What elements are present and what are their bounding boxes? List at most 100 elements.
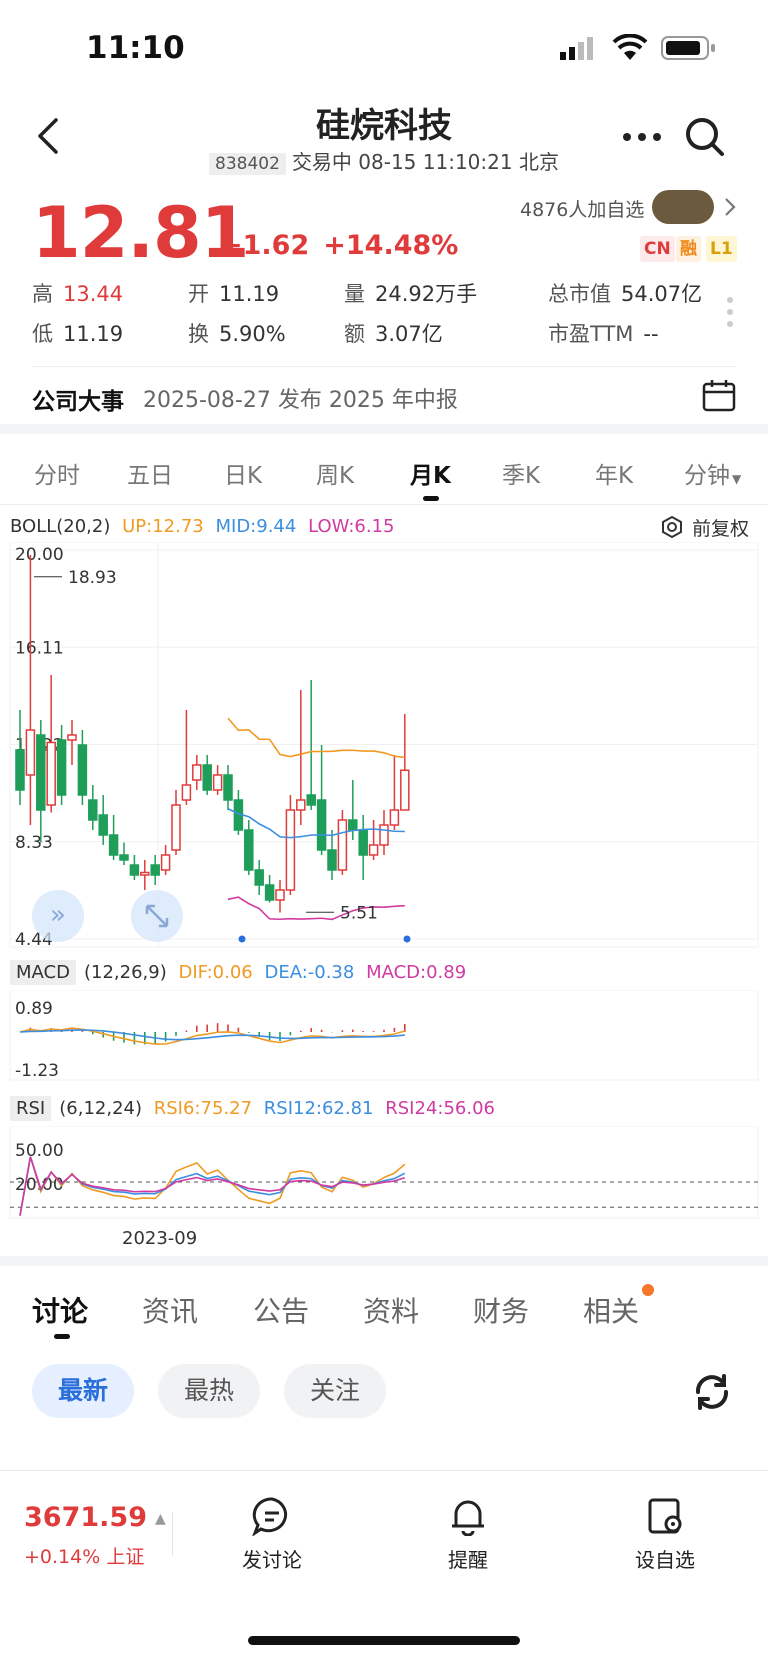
boll-mid: MID:9.44 <box>215 516 297 537</box>
tab-profile[interactable]: 资料 <box>363 1290 419 1330</box>
rsi-legend: RSI (6,12,24) RSI6:75.27 RSI12:62.81 RSI2… <box>10 1096 495 1121</box>
tab-finance[interactable]: 财务 <box>473 1290 529 1330</box>
chat-icon <box>251 1497 288 1537</box>
macd-params: (12,26,9) <box>83 962 167 983</box>
watcher-avatar <box>652 190 714 224</box>
tab-intraday[interactable]: 分时 <box>34 456 80 490</box>
candle-body <box>202 764 212 791</box>
boll-up-line <box>227 717 405 759</box>
stat-amount: 额 3.07亿 <box>344 322 443 346</box>
tab-related[interactable]: 相关 <box>583 1290 639 1330</box>
zoom-out-button[interactable]: » <box>32 890 84 942</box>
candle-body <box>316 799 327 851</box>
triangle-up-icon: ▲ <box>154 1510 166 1527</box>
event-divider <box>32 366 736 367</box>
chip-following[interactable]: 关注 <box>284 1364 386 1418</box>
macd-tick-label: 0.89 <box>15 999 53 1019</box>
macd-legend: MACD (12,26,9) DIF:0.06 DEA:-0.38 MACD:0.… <box>10 960 466 985</box>
candle-body <box>223 774 233 801</box>
event-dot <box>238 935 246 943</box>
watchers-count[interactable]: 4876人加自选 <box>520 195 644 222</box>
dea-line <box>19 1029 405 1041</box>
chevron-right-icon[interactable] <box>722 196 738 222</box>
tab-discussion[interactable]: 讨论 <box>32 1290 88 1330</box>
candle-body <box>379 824 389 846</box>
rsi-24: RSI24:56.06 <box>385 1098 495 1119</box>
add-watchlist-label: 设自选 <box>635 1548 695 1572</box>
boll-name: BOLL(20,2) <box>10 516 111 537</box>
adjust-setting[interactable]: 前复权 <box>660 514 749 544</box>
tab-yearly-k[interactable]: 年K <box>595 456 633 490</box>
tab-news[interactable]: 资讯 <box>142 1290 198 1330</box>
tab-daily-k[interactable]: 日K <box>224 456 262 490</box>
search-icon[interactable] <box>684 116 726 162</box>
candle-body <box>358 829 368 856</box>
change-percent: +14.48% <box>323 230 459 261</box>
chip-hottest[interactable]: 最热 <box>158 1364 260 1418</box>
tab-weekly-k[interactable]: 周K <box>316 456 354 490</box>
tab-quarterly-k[interactable]: 季K <box>502 456 540 490</box>
min-marker-label: 5.51 <box>340 903 378 923</box>
candle-body <box>264 884 275 901</box>
candle-body <box>285 809 296 891</box>
candle-body <box>296 799 306 811</box>
stats-more-icon[interactable] <box>726 296 734 332</box>
change-amount: +1.62 <box>220 230 310 261</box>
rsi-params: (6,12,24) <box>59 1098 142 1119</box>
candle-body <box>88 799 98 821</box>
boll-up: UP:12.73 <box>122 516 204 537</box>
boll-mid-line <box>227 808 405 839</box>
candle-body <box>275 889 285 901</box>
tab-minute[interactable]: 分钟 ▼ <box>684 456 741 490</box>
calendar-icon[interactable] <box>702 378 736 416</box>
candle-body <box>181 784 192 801</box>
candle-body <box>150 864 160 876</box>
boll-low: LOW:6.15 <box>308 516 395 537</box>
tabs-divider <box>0 504 768 505</box>
candle-body <box>212 774 223 791</box>
y-tick-label: 20.00 <box>15 545 64 565</box>
post-discussion-button[interactable]: 发讨论 <box>212 1496 332 1573</box>
x-axis-label: 2023-09 <box>122 1228 198 1249</box>
bottom-bar-divider <box>172 1512 173 1556</box>
candle-body <box>140 871 150 876</box>
candle-body <box>98 814 108 836</box>
tab-monthly-k[interactable]: 月K <box>410 456 451 490</box>
rsi-name: RSI <box>10 1096 52 1121</box>
rsi-frame <box>9 1126 759 1219</box>
candle-body <box>389 809 400 826</box>
candlestick-chart[interactable]: 20.0016.1112.228.334.4418.935.51 <box>0 542 768 952</box>
stat-low: 低 11.19 <box>32 322 124 346</box>
rsi-12: RSI12:62.81 <box>263 1098 374 1119</box>
candle-body <box>36 734 46 811</box>
event-text[interactable]: 2025-08-27 发布 2025 年中报 <box>143 382 458 414</box>
candle-body <box>244 829 254 871</box>
tab-announcements[interactable]: 公告 <box>253 1290 309 1330</box>
stat-pe: 市盈TTM -- <box>548 322 659 346</box>
index-value[interactable]: 3671.59 ▲ <box>24 1502 166 1533</box>
rsi-chart: 50.0020.00 <box>9 1126 759 1219</box>
macd-chart: 0.89 -1.23 <box>9 990 759 1081</box>
candle-body <box>171 804 181 851</box>
section-separator-2 <box>0 1256 768 1266</box>
stat-market-cap: 总市值 54.07亿 <box>548 282 703 306</box>
rsi-tick-label: 50.00 <box>15 1141 64 1161</box>
chip-latest[interactable]: 最新 <box>32 1364 134 1418</box>
tag-margin: 融 <box>676 236 701 262</box>
add-watchlist-button[interactable]: 设自选 <box>605 1496 725 1573</box>
settings-icon <box>660 515 684 544</box>
tab-five-day[interactable]: 五日 <box>127 456 173 490</box>
reminder-button[interactable]: 提醒 <box>408 1496 528 1573</box>
more-icon[interactable] <box>622 128 662 147</box>
stat-volume: 量 24.92万手 <box>344 282 478 306</box>
macd-dea: DEA:-0.38 <box>264 962 355 983</box>
index-value-text: 3671.59 <box>24 1502 147 1533</box>
tab-minute-label: 分钟 <box>684 463 730 489</box>
fullscreen-button[interactable] <box>131 890 183 942</box>
candle-body <box>77 744 88 796</box>
refresh-icon[interactable] <box>690 1370 734 1418</box>
home-indicator <box>248 1636 520 1645</box>
trading-info: 交易中 08-15 11:10:21 北京 <box>291 150 559 174</box>
section-separator <box>0 424 768 434</box>
bottom-tab-indicator <box>54 1334 70 1339</box>
